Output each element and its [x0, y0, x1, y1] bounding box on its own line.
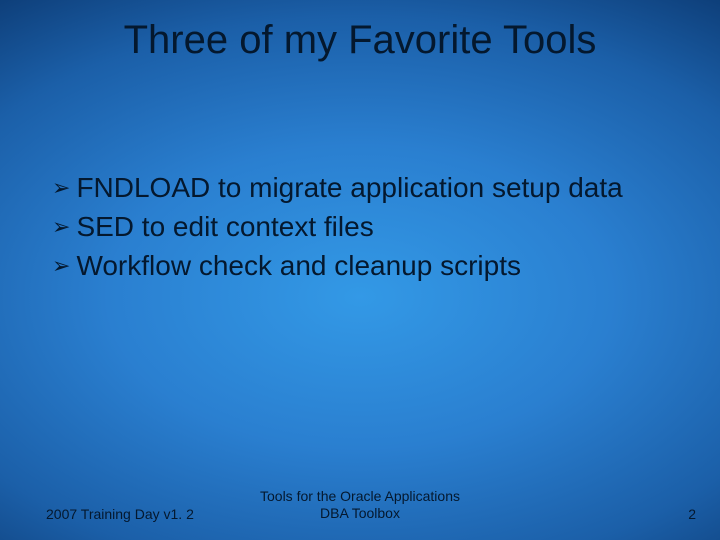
footer-center-line2: DBA Toolbox [0, 505, 720, 522]
slide-title: Three of my Favorite Tools [0, 18, 720, 63]
bullet-item: ➢SED to edit context files [52, 209, 668, 244]
bullet-arrow-icon: ➢ [52, 174, 70, 202]
bullet-arrow-icon: ➢ [52, 252, 70, 280]
footer-center: Tools for the Oracle Applications DBA To… [0, 488, 720, 522]
bullet-text: FNDLOAD to migrate application setup dat… [76, 172, 622, 203]
footer-page-number: 2 [688, 506, 696, 522]
bullet-item: ➢FNDLOAD to migrate application setup da… [52, 170, 668, 205]
bullet-text: Workflow check and cleanup scripts [76, 250, 521, 281]
slide: Three of my Favorite Tools ➢FNDLOAD to m… [0, 0, 720, 540]
footer-center-line1: Tools for the Oracle Applications [0, 488, 720, 505]
bullet-arrow-icon: ➢ [52, 213, 70, 241]
slide-body: ➢FNDLOAD to migrate application setup da… [52, 170, 668, 287]
bullet-text: SED to edit context files [76, 211, 373, 242]
bullet-item: ➢Workflow check and cleanup scripts [52, 248, 668, 283]
